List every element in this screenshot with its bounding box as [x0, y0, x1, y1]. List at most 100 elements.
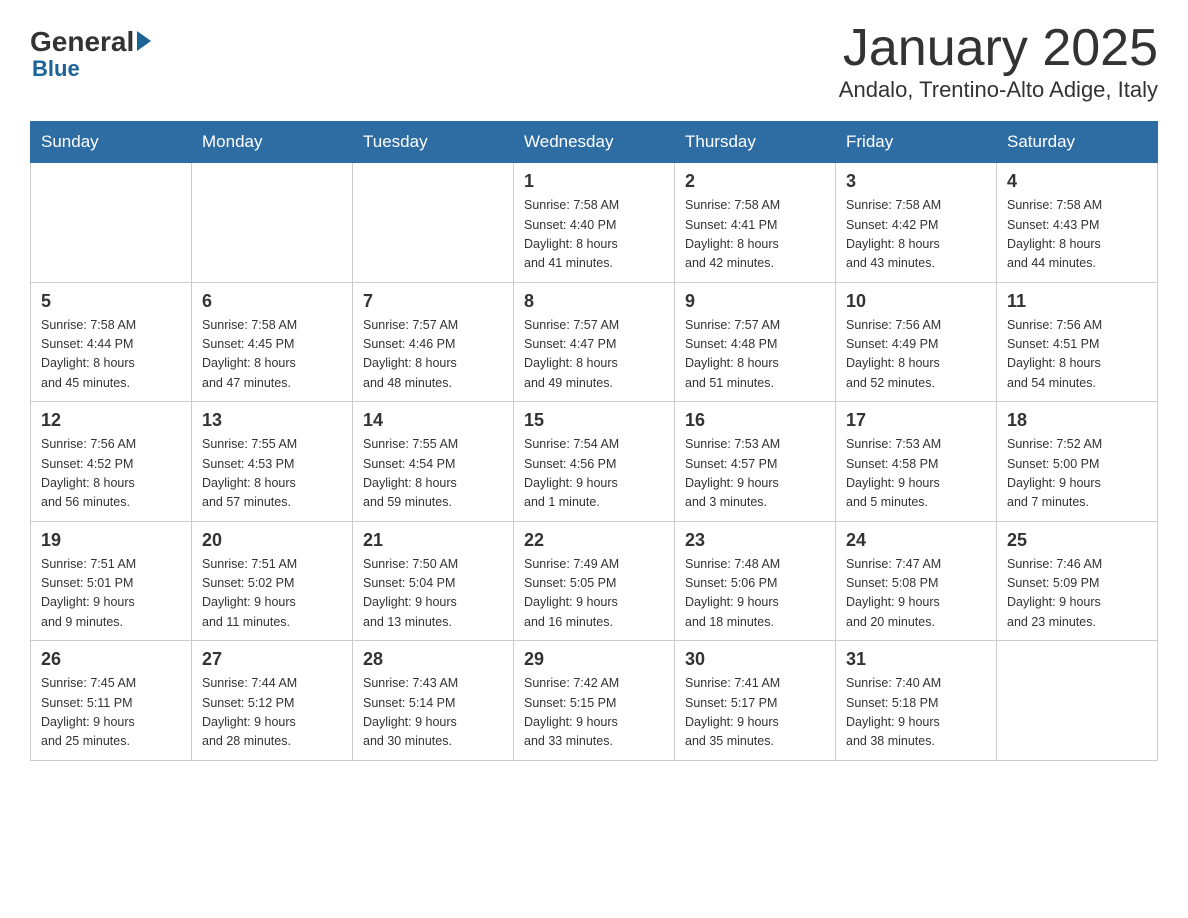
- calendar-cell: [192, 163, 353, 283]
- cell-info: Sunrise: 7:41 AM Sunset: 5:17 PM Dayligh…: [685, 674, 825, 752]
- cell-date: 15: [524, 410, 664, 431]
- calendar-cell: 11Sunrise: 7:56 AM Sunset: 4:51 PM Dayli…: [997, 282, 1158, 402]
- cell-date: 16: [685, 410, 825, 431]
- cell-date: 28: [363, 649, 503, 670]
- calendar-cell: 15 Sunrise: 7:54 AM Sunset: 4:56 PM Dayli…: [514, 402, 675, 522]
- cell-info: Sunrise: 7:58 AM Sunset: 4:45 PM Dayligh…: [202, 316, 342, 394]
- calendar-cell: 7Sunrise: 7:57 AM Sunset: 4:46 PM Daylig…: [353, 282, 514, 402]
- calendar-cell: [353, 163, 514, 283]
- calendar-header: SundayMondayTuesdayWednesdayThursdayFrid…: [31, 122, 1158, 163]
- week-row-4: 19 Sunrise: 7:51 AM Sunset: 5:01 PM Dayli…: [31, 521, 1158, 641]
- calendar-cell: 9 Sunrise: 7:57 AM Sunset: 4:48 PM Daylig…: [675, 282, 836, 402]
- cell-info: Sunrise: 7:51 AM Sunset: 5:01 PM Dayligh…: [41, 555, 181, 633]
- calendar-cell: 26 Sunrise: 7:45 AM Sunset: 5:11 PM Dayli…: [31, 641, 192, 761]
- cell-info: Sunrise: 7:47 AM Sunset: 5:08 PM Dayligh…: [846, 555, 986, 633]
- week-row-3: 12Sunrise: 7:56 AM Sunset: 4:52 PM Dayli…: [31, 402, 1158, 522]
- day-header-saturday: Saturday: [997, 122, 1158, 163]
- calendar-subtitle: Andalo, Trentino-Alto Adige, Italy: [839, 77, 1158, 103]
- calendar-cell: 31 Sunrise: 7:40 AM Sunset: 5:18 PM Dayli…: [836, 641, 997, 761]
- cell-info: Sunrise: 7:55 AM Sunset: 4:54 PM Dayligh…: [363, 435, 503, 513]
- cell-info: Sunrise: 7:49 AM Sunset: 5:05 PM Dayligh…: [524, 555, 664, 633]
- calendar-cell: 4 Sunrise: 7:58 AM Sunset: 4:43 PM Daylig…: [997, 163, 1158, 283]
- calendar-cell: 2 Sunrise: 7:58 AM Sunset: 4:41 PM Daylig…: [675, 163, 836, 283]
- calendar-cell: 13Sunrise: 7:55 AM Sunset: 4:53 PM Dayli…: [192, 402, 353, 522]
- cell-info: Sunrise: 7:58 AM Sunset: 4:40 PM Dayligh…: [524, 196, 664, 274]
- cell-info: Sunrise: 7:40 AM Sunset: 5:18 PM Dayligh…: [846, 674, 986, 752]
- logo-arrow-icon: [137, 31, 151, 51]
- cell-info: Sunrise: 7:52 AM Sunset: 5:00 PM Dayligh…: [1007, 435, 1147, 513]
- cell-date: 20: [202, 530, 342, 551]
- calendar-cell: [31, 163, 192, 283]
- cell-date: 18: [1007, 410, 1147, 431]
- cell-info: Sunrise: 7:43 AM Sunset: 5:14 PM Dayligh…: [363, 674, 503, 752]
- cell-info: Sunrise: 7:54 AM Sunset: 4:56 PM Dayligh…: [524, 435, 664, 513]
- calendar-cell: 12Sunrise: 7:56 AM Sunset: 4:52 PM Dayli…: [31, 402, 192, 522]
- cell-info: Sunrise: 7:56 AM Sunset: 4:52 PM Dayligh…: [41, 435, 181, 513]
- cell-info: Sunrise: 7:58 AM Sunset: 4:41 PM Dayligh…: [685, 196, 825, 274]
- cell-date: 8: [524, 291, 664, 312]
- cell-info: Sunrise: 7:55 AM Sunset: 4:53 PM Dayligh…: [202, 435, 342, 513]
- header: General Blue January 2025 Andalo, Trenti…: [30, 20, 1158, 103]
- cell-info: Sunrise: 7:57 AM Sunset: 4:47 PM Dayligh…: [524, 316, 664, 394]
- calendar-cell: 3 Sunrise: 7:58 AM Sunset: 4:42 PM Daylig…: [836, 163, 997, 283]
- cell-date: 21: [363, 530, 503, 551]
- calendar-cell: 29 Sunrise: 7:42 AM Sunset: 5:15 PM Dayli…: [514, 641, 675, 761]
- cell-info: Sunrise: 7:58 AM Sunset: 4:42 PM Dayligh…: [846, 196, 986, 274]
- logo-general-text: General: [30, 28, 134, 56]
- cell-info: Sunrise: 7:53 AM Sunset: 4:57 PM Dayligh…: [685, 435, 825, 513]
- cell-date: 31: [846, 649, 986, 670]
- calendar-cell: 10Sunrise: 7:56 AM Sunset: 4:49 PM Dayli…: [836, 282, 997, 402]
- cell-date: 23: [685, 530, 825, 551]
- cell-date: 19: [41, 530, 181, 551]
- calendar-body: 1Sunrise: 7:58 AM Sunset: 4:40 PM Daylig…: [31, 163, 1158, 761]
- calendar-cell: 30 Sunrise: 7:41 AM Sunset: 5:17 PM Dayli…: [675, 641, 836, 761]
- day-header-thursday: Thursday: [675, 122, 836, 163]
- cell-info: Sunrise: 7:53 AM Sunset: 4:58 PM Dayligh…: [846, 435, 986, 513]
- cell-date: 9: [685, 291, 825, 312]
- calendar-cell: 5Sunrise: 7:58 AM Sunset: 4:44 PM Daylig…: [31, 282, 192, 402]
- cell-info: Sunrise: 7:56 AM Sunset: 4:49 PM Dayligh…: [846, 316, 986, 394]
- week-row-2: 5Sunrise: 7:58 AM Sunset: 4:44 PM Daylig…: [31, 282, 1158, 402]
- calendar-cell: 23 Sunrise: 7:48 AM Sunset: 5:06 PM Dayli…: [675, 521, 836, 641]
- day-header-monday: Monday: [192, 122, 353, 163]
- week-row-5: 26 Sunrise: 7:45 AM Sunset: 5:11 PM Dayli…: [31, 641, 1158, 761]
- cell-date: 3: [846, 171, 986, 192]
- calendar-cell: 6 Sunrise: 7:58 AM Sunset: 4:45 PM Daylig…: [192, 282, 353, 402]
- logo: General Blue: [30, 28, 151, 80]
- header-row: SundayMondayTuesdayWednesdayThursdayFrid…: [31, 122, 1158, 163]
- cell-date: 5: [41, 291, 181, 312]
- logo-general: General: [30, 28, 151, 56]
- calendar-cell: 16 Sunrise: 7:53 AM Sunset: 4:57 PM Dayli…: [675, 402, 836, 522]
- cell-date: 11: [1007, 291, 1147, 312]
- cell-date: 4: [1007, 171, 1147, 192]
- cell-date: 2: [685, 171, 825, 192]
- calendar-cell: 21 Sunrise: 7:50 AM Sunset: 5:04 PM Dayli…: [353, 521, 514, 641]
- cell-date: 29: [524, 649, 664, 670]
- cell-info: Sunrise: 7:44 AM Sunset: 5:12 PM Dayligh…: [202, 674, 342, 752]
- cell-date: 27: [202, 649, 342, 670]
- cell-date: 26: [41, 649, 181, 670]
- calendar-cell: 19 Sunrise: 7:51 AM Sunset: 5:01 PM Dayli…: [31, 521, 192, 641]
- cell-date: 7: [363, 291, 503, 312]
- calendar-table: SundayMondayTuesdayWednesdayThursdayFrid…: [30, 121, 1158, 761]
- cell-date: 17: [846, 410, 986, 431]
- logo-blue-text: Blue: [32, 58, 80, 80]
- calendar-cell: 8 Sunrise: 7:57 AM Sunset: 4:47 PM Daylig…: [514, 282, 675, 402]
- cell-date: 6: [202, 291, 342, 312]
- cell-info: Sunrise: 7:57 AM Sunset: 4:48 PM Dayligh…: [685, 316, 825, 394]
- calendar-cell: 24Sunrise: 7:47 AM Sunset: 5:08 PM Dayli…: [836, 521, 997, 641]
- cell-date: 25: [1007, 530, 1147, 551]
- cell-date: 30: [685, 649, 825, 670]
- calendar-cell: 18 Sunrise: 7:52 AM Sunset: 5:00 PM Dayli…: [997, 402, 1158, 522]
- cell-info: Sunrise: 7:42 AM Sunset: 5:15 PM Dayligh…: [524, 674, 664, 752]
- cell-info: Sunrise: 7:45 AM Sunset: 5:11 PM Dayligh…: [41, 674, 181, 752]
- day-header-sunday: Sunday: [31, 122, 192, 163]
- cell-info: Sunrise: 7:51 AM Sunset: 5:02 PM Dayligh…: [202, 555, 342, 633]
- cell-info: Sunrise: 7:48 AM Sunset: 5:06 PM Dayligh…: [685, 555, 825, 633]
- calendar-cell: 20 Sunrise: 7:51 AM Sunset: 5:02 PM Dayli…: [192, 521, 353, 641]
- day-header-friday: Friday: [836, 122, 997, 163]
- cell-info: Sunrise: 7:50 AM Sunset: 5:04 PM Dayligh…: [363, 555, 503, 633]
- cell-info: Sunrise: 7:58 AM Sunset: 4:43 PM Dayligh…: [1007, 196, 1147, 274]
- day-header-wednesday: Wednesday: [514, 122, 675, 163]
- day-header-tuesday: Tuesday: [353, 122, 514, 163]
